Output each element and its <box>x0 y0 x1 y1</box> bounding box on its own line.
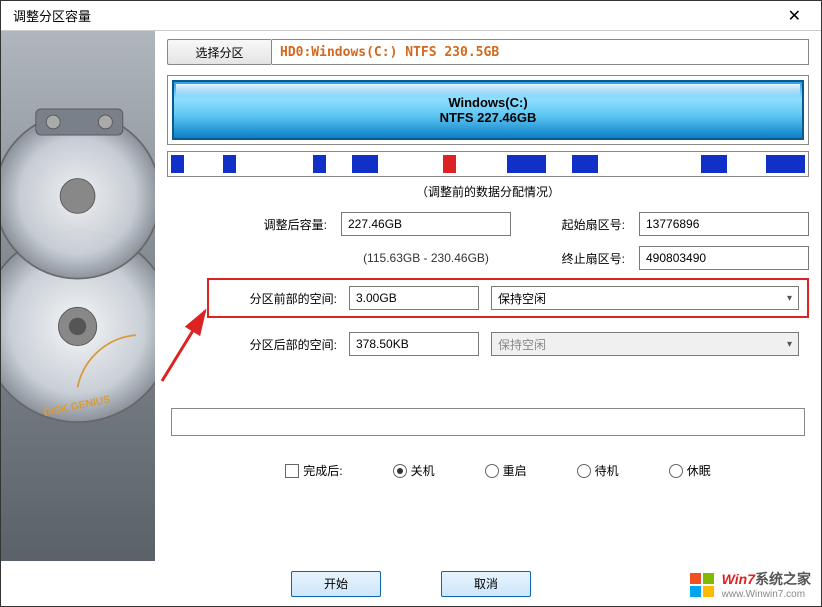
data-allocation-strip <box>171 155 805 173</box>
size-range-text: (115.63GB - 230.46GB) <box>341 251 511 265</box>
partition-name: Windows(C:) <box>448 95 527 110</box>
dialog-title: 调整分区容量 <box>13 6 91 25</box>
back-space-input[interactable] <box>349 332 479 356</box>
start-sector-label: 起始扇区号: <box>525 216 625 233</box>
windows-logo-icon <box>688 571 716 599</box>
start-sector-input[interactable] <box>639 212 809 236</box>
front-space-label: 分区前部的空间: <box>217 290 337 307</box>
start-button[interactable]: 开始 <box>291 571 381 597</box>
after-action-checkbox[interactable]: 完成后: <box>285 462 342 479</box>
chevron-down-icon: ▾ <box>787 293 792 304</box>
data-strip-container <box>167 151 809 177</box>
watermark: Win7系统之家 www.Winwin7.com <box>688 569 811 600</box>
front-space-action-select[interactable]: 保持空闲 ▾ <box>491 286 799 310</box>
radio-restart-label: 重启 <box>503 462 527 479</box>
radio-standby[interactable]: 待机 <box>577 462 619 479</box>
cancel-button[interactable]: 取消 <box>441 571 531 597</box>
arrow-annotation-icon <box>157 306 217 386</box>
radio-icon <box>669 464 683 478</box>
partition-size: NTFS 227.46GB <box>440 110 537 125</box>
radio-shutdown-label: 关机 <box>411 462 435 479</box>
front-space-action-value: 保持空闲 <box>498 290 546 307</box>
size-after-label: 调整后容量: <box>207 216 327 233</box>
after-action-label: 完成后: <box>303 462 342 479</box>
close-icon[interactable]: ✕ <box>780 6 809 26</box>
sidebar-image: DISK GENIUS <box>1 31 155 561</box>
radio-restart[interactable]: 重启 <box>485 462 527 479</box>
partition-bar-container: Windows(C:) NTFS 227.46GB <box>167 75 809 145</box>
titlebar: 调整分区容量 ✕ <box>1 1 821 31</box>
radio-hibernate[interactable]: 休眠 <box>669 462 711 479</box>
partition-bar[interactable]: Windows(C:) NTFS 227.46GB <box>172 80 804 140</box>
back-space-row: 分区后部的空间: 保持空闲 ▾ <box>207 326 809 362</box>
front-space-input[interactable] <box>349 286 479 310</box>
back-space-action-select: 保持空闲 ▾ <box>491 332 799 356</box>
form-grid: 调整后容量: 起始扇区号: (115.63GB - 230.46GB) 终止扇区… <box>207 212 809 270</box>
dialog-window: 调整分区容量 ✕ DISK GENIUS <box>0 0 822 607</box>
back-space-label: 分区后部的空间: <box>217 336 337 353</box>
data-info-label: （调整前的数据分配情况） <box>167 183 809 200</box>
main-panel: 选择分区 HD0:Windows(C:) NTFS 230.5GB Window… <box>155 31 821 561</box>
radio-icon <box>393 464 407 478</box>
radio-shutdown[interactable]: 关机 <box>393 462 435 479</box>
front-space-row: 分区前部的空间: 保持空闲 ▾ <box>207 278 809 318</box>
radio-standby-label: 待机 <box>595 462 619 479</box>
watermark-brand2: 系统之家 <box>755 571 811 587</box>
watermark-brand1: Win7 <box>722 571 755 587</box>
progress-placeholder <box>171 408 805 436</box>
radio-hibernate-label: 休眠 <box>687 462 711 479</box>
radio-icon <box>485 464 499 478</box>
after-action-options: 完成后: 关机 重启 待机 休眠 <box>167 462 809 479</box>
size-after-input[interactable] <box>341 212 511 236</box>
select-partition-row: 选择分区 HD0:Windows(C:) NTFS 230.5GB <box>167 39 809 65</box>
dialog-body: DISK GENIUS 选择分区 HD0:Windows(C:) NTFS 23… <box>1 31 821 561</box>
disk-description: HD0:Windows(C:) NTFS 230.5GB <box>272 39 809 65</box>
end-sector-label: 终止扇区号: <box>525 250 625 267</box>
chevron-down-icon: ▾ <box>787 339 792 350</box>
checkbox-icon <box>285 464 299 478</box>
end-sector-input[interactable] <box>639 246 809 270</box>
front-space-row-wrap: 分区前部的空间: 保持空闲 ▾ <box>207 278 809 318</box>
select-partition-button[interactable]: 选择分区 <box>167 39 272 65</box>
back-space-action-value: 保持空闲 <box>498 336 546 353</box>
radio-icon <box>577 464 591 478</box>
watermark-url: www.Winwin7.com <box>722 589 811 600</box>
